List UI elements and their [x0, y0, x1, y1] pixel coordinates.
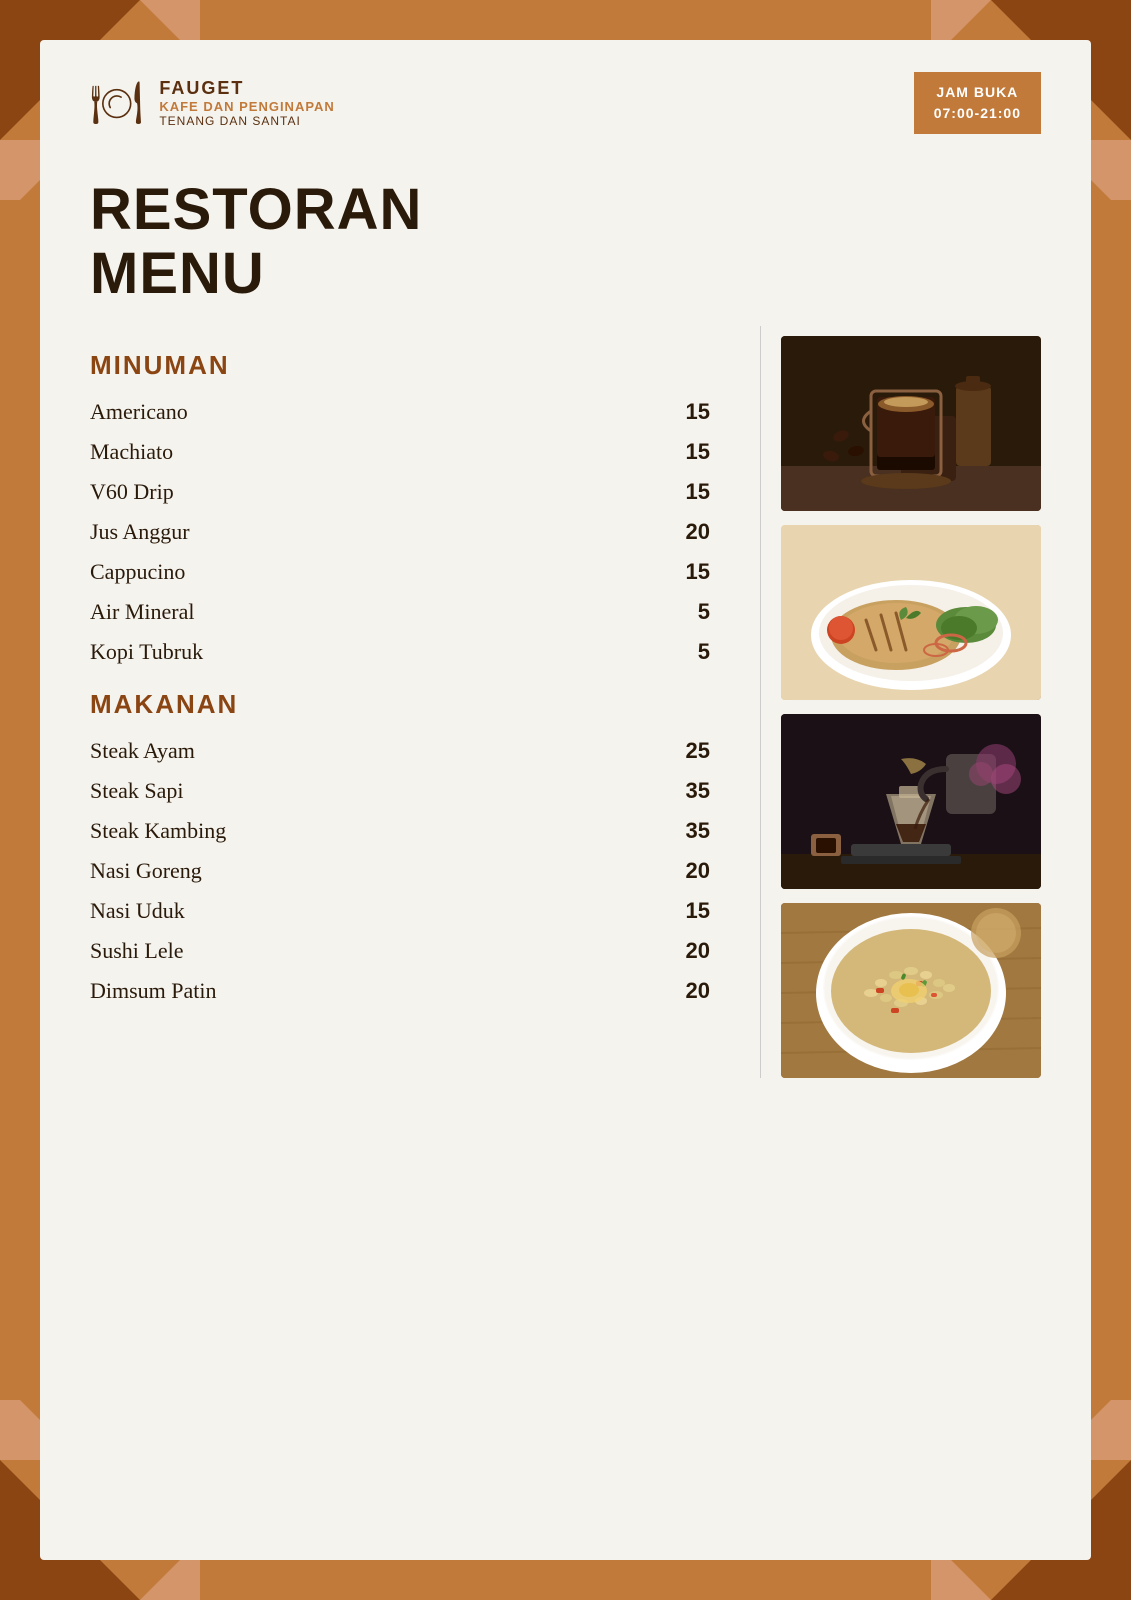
rice-image	[781, 903, 1041, 1078]
item-name: Nasi Goreng	[90, 858, 660, 884]
item-price: 15	[660, 479, 710, 505]
minuman-header: MINUMAN	[90, 350, 710, 381]
menu-section: MINUMAN Americano 15 Machiato 15 V60 Dri…	[90, 326, 740, 1078]
list-item: Nasi Goreng 20	[90, 858, 710, 884]
item-name: Steak Ayam	[90, 738, 660, 764]
item-price: 20	[660, 519, 710, 545]
list-item: Americano 15	[90, 399, 710, 425]
item-name: V60 Drip	[90, 479, 660, 505]
item-price: 15	[660, 439, 710, 465]
section-divider	[760, 326, 761, 1078]
item-name: Jus Anggur	[90, 519, 660, 545]
list-item: Nasi Uduk 15	[90, 898, 710, 924]
menu-title: RESTORAN MENU	[40, 158, 1091, 306]
list-item: Steak Kambing 35	[90, 818, 710, 844]
item-price: 35	[660, 778, 710, 804]
brand-subtitle1: KAFE DAN PENGINAPAN	[159, 99, 335, 114]
item-price: 15	[660, 399, 710, 425]
brand-name: FAUGET	[159, 78, 335, 99]
brand-subtitle2: TENANG DAN SANTAI	[159, 114, 335, 128]
item-price: 15	[660, 898, 710, 924]
item-price: 25	[660, 738, 710, 764]
logo-text: FAUGET KAFE DAN PENGINAPAN TENANG DAN SA…	[159, 78, 335, 128]
list-item: Cappucino 15	[90, 559, 710, 585]
coffee-image	[781, 336, 1041, 511]
list-item: Sushi Lele 20	[90, 938, 710, 964]
list-item: Machiato 15	[90, 439, 710, 465]
list-item: Jus Anggur 20	[90, 519, 710, 545]
item-name: Machiato	[90, 439, 660, 465]
restaurant-icon: 🍽	[90, 79, 143, 128]
item-name: Sushi Lele	[90, 938, 660, 964]
pour-image	[781, 714, 1041, 889]
page: 🍽 FAUGET KAFE DAN PENGINAPAN TENANG DAN …	[0, 0, 1131, 1600]
list-item: Steak Sapi 35	[90, 778, 710, 804]
item-name: Nasi Uduk	[90, 898, 660, 924]
hours-box: JAM BUKA 07:00-21:00	[914, 72, 1041, 134]
main-card: 🍽 FAUGET KAFE DAN PENGINAPAN TENANG DAN …	[40, 40, 1091, 1560]
item-price: 15	[660, 559, 710, 585]
hours-value: 07:00-21:00	[934, 103, 1021, 124]
item-name: Americano	[90, 399, 660, 425]
content: MINUMAN Americano 15 Machiato 15 V60 Dri…	[40, 326, 1091, 1078]
item-name: Steak Sapi	[90, 778, 660, 804]
makanan-header: MAKANAN	[90, 689, 710, 720]
header: 🍽 FAUGET KAFE DAN PENGINAPAN TENANG DAN …	[40, 40, 1091, 158]
item-price: 35	[660, 818, 710, 844]
item-price: 20	[660, 938, 710, 964]
chicken-image	[781, 525, 1041, 700]
air-mineral-item: Air Mineral	[90, 599, 660, 625]
logo-area: 🍽 FAUGET KAFE DAN PENGINAPAN TENANG DAN …	[90, 78, 335, 128]
item-name: Kopi Tubruk	[90, 639, 660, 665]
item-name: Steak Kambing	[90, 818, 660, 844]
item-price: 5	[660, 639, 710, 665]
list-item: Kopi Tubruk 5	[90, 639, 710, 665]
item-name: Dimsum Patin	[90, 978, 660, 1004]
list-item: V60 Drip 15	[90, 479, 710, 505]
item-price: 20	[660, 858, 710, 884]
list-item: Steak Ayam 25	[90, 738, 710, 764]
hours-label: JAM BUKA	[934, 82, 1021, 103]
images-section	[781, 326, 1041, 1078]
list-item: Dimsum Patin 20	[90, 978, 710, 1004]
item-price: 20	[660, 978, 710, 1004]
item-price: 5	[660, 599, 710, 625]
list-item: Air Mineral 5	[90, 599, 710, 625]
item-name: Cappucino	[90, 559, 660, 585]
